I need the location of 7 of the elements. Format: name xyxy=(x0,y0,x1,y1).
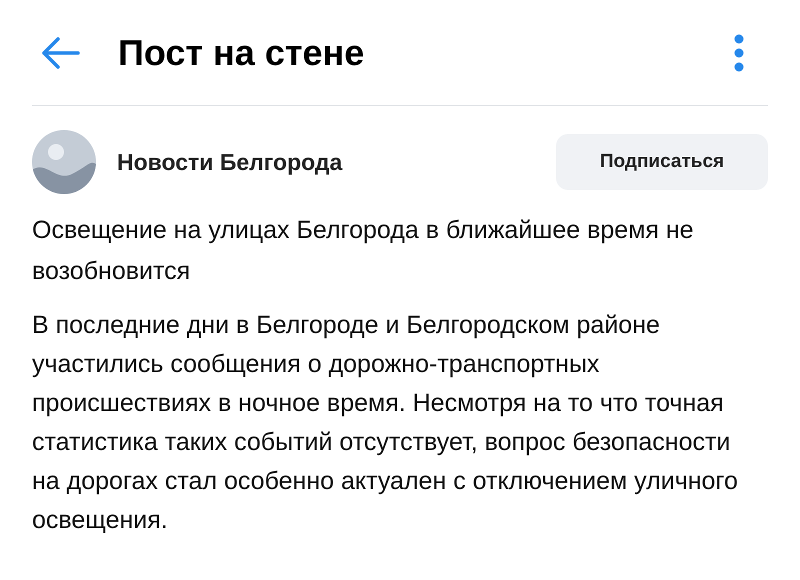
post-text: В последние дни в Белгороде и Белгородском районе участились сообщения о дорожно-транспортных происшествиях в ночное время. Несмотря на то что точная статистика таких событий отсутствует, вопрос безопасности на дорогах стал особенно актуален с отключением уличного освещения. xyxy=(32,310,739,536)
page-title: Пост на стене xyxy=(118,32,366,74)
subscribe-button[interactable]: Подписаться xyxy=(556,134,768,190)
more-options-icon[interactable] xyxy=(734,34,744,72)
post-title: Освещение на улицах Белгорода в ближайшее время не возобновится xyxy=(32,215,695,287)
author-name[interactable]: Новости Белгорода xyxy=(117,148,556,176)
back-arrow-icon[interactable] xyxy=(40,37,80,69)
